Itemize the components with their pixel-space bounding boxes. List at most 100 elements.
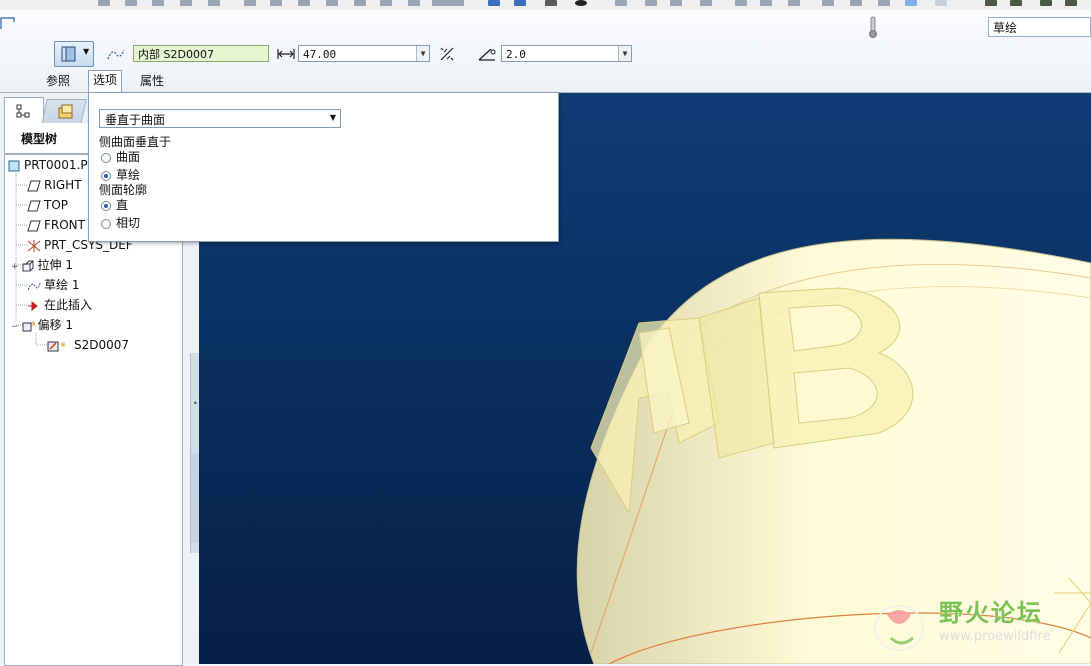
tab-options[interactable]: 选项 xyxy=(88,70,123,92)
toolbar-icon[interactable] xyxy=(850,0,862,6)
chevron-down-icon: ▼ xyxy=(83,47,90,56)
tree-item-label: S2D0007 xyxy=(74,338,130,352)
tree-item-label: 在此插入 xyxy=(44,298,93,312)
toolbar-icon[interactable] xyxy=(514,0,526,6)
toolbar-icon[interactable] xyxy=(1065,0,1077,6)
splitter-grip: • xyxy=(193,399,198,408)
toolbar-icon[interactable] xyxy=(244,0,256,6)
flip-direction-icon[interactable] xyxy=(438,45,456,63)
toolbar-icon[interactable] xyxy=(208,0,220,6)
sketch-icon[interactable] xyxy=(106,46,126,62)
toolbar-icon[interactable] xyxy=(1010,0,1022,6)
toolbar-icon[interactable] xyxy=(905,0,917,6)
depth-field[interactable]: 47.00 ▼ xyxy=(298,45,430,62)
model-tree-icon xyxy=(16,104,30,118)
radio-button-selected[interactable] xyxy=(101,170,111,181)
svg-text:※: ※ xyxy=(60,341,66,349)
radio-button[interactable] xyxy=(101,152,111,163)
options-panel: 垂直于曲面 ▼ 侧曲面垂直于 曲面 草绘 侧面轮廓 直 相切 xyxy=(88,92,559,242)
toolbar-icon[interactable] xyxy=(985,0,997,6)
surface-direction-select[interactable]: 垂直于曲面 ▼ xyxy=(99,109,341,128)
toolbar-icon[interactable] xyxy=(408,0,420,6)
radio-button-selected[interactable] xyxy=(101,200,111,211)
toolbar-icon[interactable] xyxy=(488,0,500,6)
toolbar-icon[interactable] xyxy=(788,0,800,6)
offset-surface-icon xyxy=(61,46,76,62)
tree-item-label: FRONT xyxy=(44,218,85,232)
datum-plane-icon xyxy=(27,220,41,231)
tree-item-extrude[interactable]: + 拉伸 1 xyxy=(11,256,73,274)
csys-icon xyxy=(27,239,41,252)
toolbar-icon[interactable] xyxy=(615,0,627,6)
toolbar-icon[interactable] xyxy=(380,0,392,6)
tree-item-part[interactable]: PRT0001.P xyxy=(7,156,88,174)
tree-item-label: 偏移 1 xyxy=(37,318,73,332)
surface-type-button[interactable]: ▼ xyxy=(54,41,94,67)
toolbar-icon[interactable] xyxy=(700,0,712,6)
tree-item-label: 草绘 1 xyxy=(44,278,80,292)
radio-side-normal-surface[interactable]: 曲面 xyxy=(101,148,140,165)
offset-icon: ※ xyxy=(22,320,35,331)
surface-direction-value: 垂直于曲面 xyxy=(105,113,166,127)
toolbar-icon[interactable] xyxy=(760,0,772,6)
expand-icon[interactable]: + xyxy=(11,262,19,272)
toolbar-icon[interactable] xyxy=(152,0,164,6)
tree-item-s2d[interactable]: ※ S2D0007 xyxy=(47,336,129,354)
draft-angle-icon xyxy=(478,48,496,61)
toolbar-icon[interactable] xyxy=(935,0,947,6)
toolbar-icon[interactable] xyxy=(878,0,890,6)
tree-item-sketch[interactable]: 草绘 1 xyxy=(27,276,79,294)
toolbar-icon[interactable] xyxy=(1040,0,1052,6)
draft-angle-value: 2.0 xyxy=(506,48,526,61)
toolbar-icon[interactable] xyxy=(735,0,747,6)
toolbar-icon[interactable] xyxy=(545,0,557,6)
toolbar-icon[interactable] xyxy=(98,0,110,6)
sketch-edit-icon: ※ xyxy=(47,341,66,351)
feature-dashboard: 草绘 ▼ 内部 S2D0007 47.00 ▼ 2.0 ▼ 参照 选项 属性 xyxy=(0,10,1091,93)
insert-arrow-icon xyxy=(28,300,38,311)
dashboard-corner-icon xyxy=(0,17,15,29)
toolbar-icon[interactable] xyxy=(822,0,834,6)
toolbar-icon[interactable] xyxy=(575,0,587,6)
radio-profile-tangent[interactable]: 相切 xyxy=(101,214,140,231)
collapse-icon[interactable]: − xyxy=(11,322,19,332)
tab-folder-browser[interactable] xyxy=(41,99,87,125)
draft-angle-field[interactable]: 2.0 ▼ xyxy=(501,45,632,62)
search-input[interactable]: 草绘 xyxy=(988,17,1091,37)
tab-model-tree-nav[interactable] xyxy=(4,97,44,124)
toolbar-icon[interactable] xyxy=(298,0,310,6)
chevron-down-icon[interactable]: ▼ xyxy=(618,46,631,61)
svg-text:※: ※ xyxy=(31,320,35,328)
tree-item-front[interactable]: FRONT xyxy=(27,216,85,234)
toolbar-icon[interactable] xyxy=(180,0,192,6)
toolbar-icon[interactable] xyxy=(354,0,366,6)
folder-icon xyxy=(58,104,73,119)
tree-item-label: RIGHT xyxy=(44,178,82,192)
toolbar-icon[interactable] xyxy=(670,0,682,6)
tab-references[interactable]: 参照 xyxy=(42,72,74,90)
toolbar-icon[interactable] xyxy=(432,0,464,6)
toolbar-icon[interactable] xyxy=(326,0,338,6)
depth-icon xyxy=(277,49,295,59)
toolbar-icon[interactable] xyxy=(270,0,282,6)
radio-label: 草绘 xyxy=(116,168,141,182)
radio-button[interactable] xyxy=(101,218,111,229)
radio-profile-straight[interactable]: 直 xyxy=(101,196,128,213)
extrude-icon xyxy=(22,260,34,271)
tab-properties[interactable]: 属性 xyxy=(136,72,168,90)
chevron-down-icon[interactable]: ▼ xyxy=(330,113,336,122)
tree-item-offset[interactable]: − ※偏移 1 xyxy=(11,316,73,334)
radio-label: 相切 xyxy=(116,216,141,230)
toolbar-icon[interactable] xyxy=(125,0,137,6)
watermark-title: 野火论坛 xyxy=(939,599,1043,627)
radio-label: 直 xyxy=(116,198,129,212)
sketch-icon xyxy=(27,282,41,290)
sketch-reference-field[interactable]: 内部 S2D0007 xyxy=(133,45,269,62)
tree-item-right[interactable]: RIGHT xyxy=(27,176,82,194)
toolbar-icon[interactable] xyxy=(645,0,657,6)
tree-item-top[interactable]: TOP xyxy=(27,196,68,214)
tree-item-insert-here[interactable]: 在此插入 xyxy=(27,296,92,314)
radio-label: 曲面 xyxy=(116,150,141,164)
model-tree-title: 模型树 xyxy=(21,132,58,146)
chevron-down-icon[interactable]: ▼ xyxy=(416,46,429,61)
